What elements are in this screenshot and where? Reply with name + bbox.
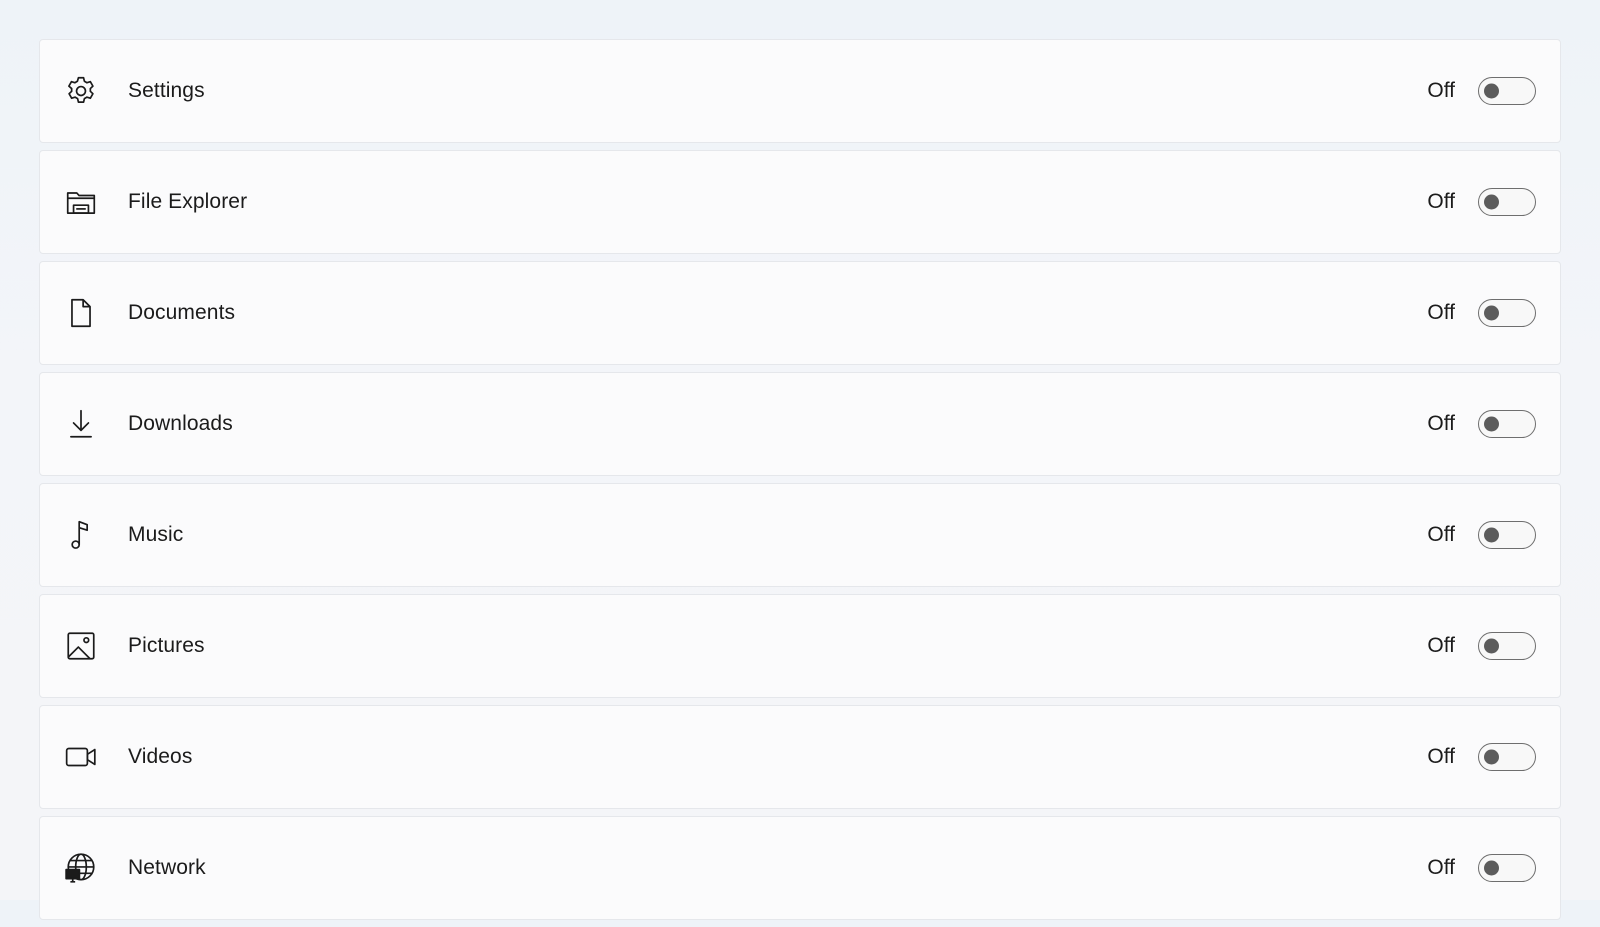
start-folders-list: Settings Off File Explorer Off Documents…	[39, 39, 1561, 927]
toggle-state-text: Off	[1427, 745, 1455, 768]
gear-icon	[64, 74, 98, 108]
toggle-knob	[1484, 860, 1499, 876]
folder-icon	[64, 185, 98, 219]
toggle-knob	[1484, 638, 1499, 654]
toggle-knob	[1484, 749, 1499, 765]
toggle-state-text: Off	[1427, 523, 1455, 546]
pictures-toggle[interactable]	[1478, 632, 1536, 660]
toggle-state-text: Off	[1427, 856, 1455, 879]
folder-row-pictures: Pictures Off	[39, 594, 1561, 698]
folder-label: Settings	[128, 79, 205, 102]
music-note-icon	[64, 518, 98, 552]
folder-label: Network	[128, 856, 206, 879]
folder-row-downloads: Downloads Off	[39, 372, 1561, 476]
documents-toggle[interactable]	[1478, 299, 1536, 327]
video-camera-icon	[64, 740, 98, 774]
download-icon	[64, 407, 98, 441]
folder-label: Documents	[128, 301, 236, 324]
toggle-state-text: Off	[1427, 412, 1455, 435]
settings-toggle[interactable]	[1478, 77, 1536, 105]
toggle-state-text: Off	[1427, 190, 1455, 213]
toggle-knob	[1484, 194, 1499, 210]
folder-row-settings: Settings Off	[39, 39, 1561, 143]
toggle-state-text: Off	[1427, 634, 1455, 657]
folder-row-file-explorer: File Explorer Off	[39, 150, 1561, 254]
picture-icon	[64, 629, 98, 663]
document-icon	[64, 296, 98, 330]
toggle-knob	[1484, 83, 1499, 99]
network-toggle[interactable]	[1478, 854, 1536, 882]
folder-label: Pictures	[128, 634, 205, 657]
toggle-knob	[1484, 416, 1499, 432]
file-explorer-toggle[interactable]	[1478, 188, 1536, 216]
toggle-knob	[1484, 527, 1499, 543]
toggle-state-text: Off	[1427, 301, 1455, 324]
globe-network-icon	[64, 851, 98, 885]
folder-row-music: Music Off	[39, 483, 1561, 587]
downloads-toggle[interactable]	[1478, 410, 1536, 438]
music-toggle[interactable]	[1478, 521, 1536, 549]
toggle-state-text: Off	[1427, 79, 1455, 102]
toggle-knob	[1484, 305, 1499, 321]
folder-label: File Explorer	[128, 190, 248, 213]
folder-row-network: Network Off	[39, 816, 1561, 920]
folder-row-videos: Videos Off	[39, 705, 1561, 809]
folder-label: Music	[128, 523, 184, 546]
folder-label: Downloads	[128, 412, 233, 435]
folder-row-documents: Documents Off	[39, 261, 1561, 365]
videos-toggle[interactable]	[1478, 743, 1536, 771]
folder-label: Videos	[128, 745, 193, 768]
